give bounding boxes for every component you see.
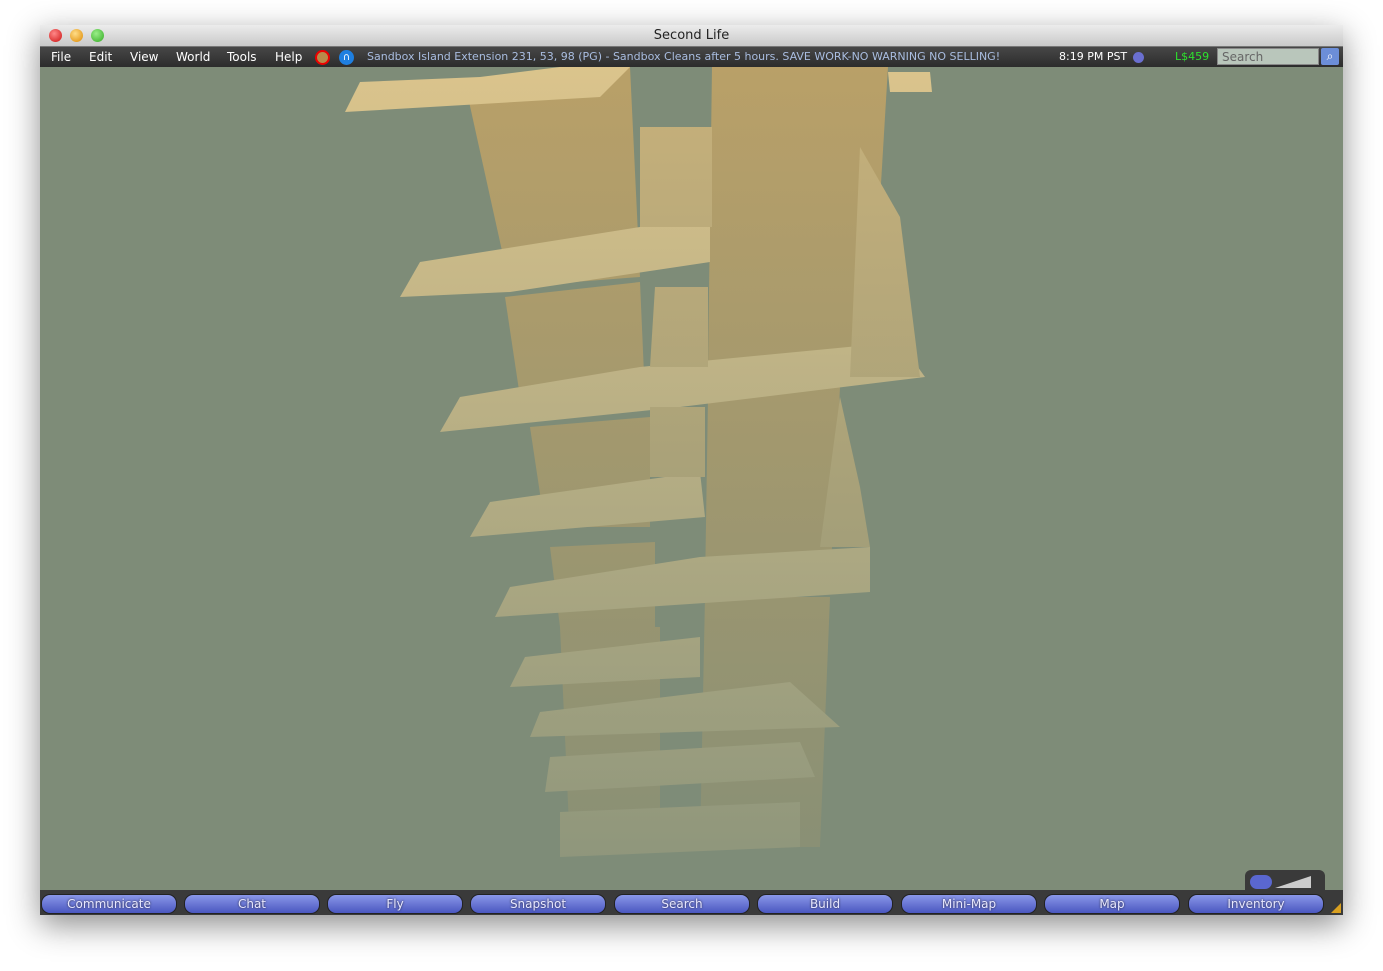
communicate-button[interactable]: Communicate <box>41 894 177 914</box>
clock: 8:19 PM PST <box>1059 50 1128 63</box>
search-input[interactable]: Search <box>1217 48 1319 65</box>
menu-world[interactable]: World <box>176 47 210 67</box>
menu-file[interactable]: File <box>51 47 71 67</box>
title-bar: Second Life <box>40 25 1343 47</box>
no-build-icon[interactable] <box>315 50 330 65</box>
zoom-button[interactable] <box>91 29 104 42</box>
bottom-toolbar: Communicate Chat Fly Snapshot Search Bui… <box>40 890 1343 915</box>
3d-viewport[interactable] <box>40 67 1343 890</box>
volume-control[interactable] <box>1245 870 1325 892</box>
location-text[interactable]: Sandbox Island Extension 231, 53, 98 (PG… <box>367 47 1000 67</box>
resize-grip-icon[interactable] <box>1331 903 1341 913</box>
menu-tools[interactable]: Tools <box>227 47 257 67</box>
voice-icon[interactable]: ∩ <box>339 50 354 65</box>
menu-view[interactable]: View <box>130 47 158 67</box>
search-button[interactable]: Search <box>614 894 750 914</box>
minimize-button[interactable] <box>70 29 83 42</box>
window-title: Second Life <box>653 28 730 43</box>
menu-edit[interactable]: Edit <box>89 47 112 67</box>
inventory-button[interactable]: Inventory <box>1188 894 1324 914</box>
menu-help[interactable]: Help <box>275 47 302 67</box>
balance[interactable]: L$459 <box>1175 47 1209 67</box>
snapshot-button[interactable]: Snapshot <box>470 894 606 914</box>
search-icon[interactable]: ⌕ <box>1321 48 1339 65</box>
map-button[interactable]: Map <box>1044 894 1180 914</box>
app-window: Second Life File Edit View World Tools H… <box>40 25 1343 915</box>
volume-slider[interactable] <box>1275 876 1311 888</box>
build-button[interactable]: Build <box>757 894 893 914</box>
menu-bar: File Edit View World Tools Help ∩ Sandbo… <box>40 47 1343 67</box>
wooden-tower-scene <box>40 67 1343 890</box>
mini-map-button[interactable]: Mini-Map <box>901 894 1037 914</box>
speaker-icon[interactable] <box>1250 875 1272 889</box>
chat-button[interactable]: Chat <box>184 894 320 914</box>
close-button[interactable] <box>49 29 62 42</box>
fly-button[interactable]: Fly <box>327 894 463 914</box>
currency-icon[interactable] <box>1133 52 1144 63</box>
